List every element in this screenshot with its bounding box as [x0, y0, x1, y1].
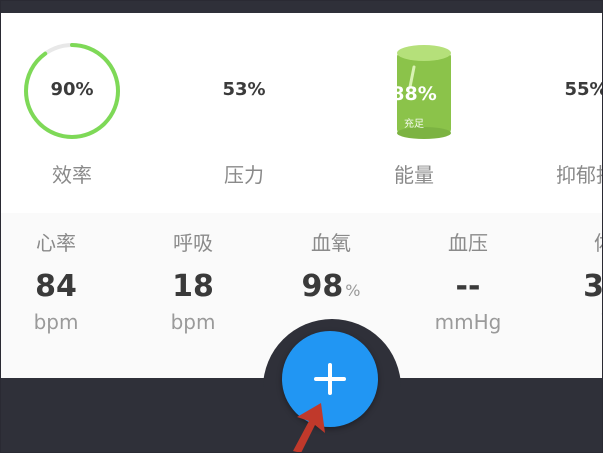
blood-oxygen-suffix: % [345, 281, 361, 300]
blood-pressure-label: 血压 [448, 231, 488, 255]
heart-rate-label: 心率 [36, 231, 76, 255]
blood-pressure-value: -- [455, 269, 481, 304]
respiration-unit: bpm [170, 310, 216, 334]
app-screen: 90% 效率 53% 压力 88% 充足 能量 55% 抑郁指 心率 84 bp… [0, 0, 603, 453]
respiration-label: 呼吸 [173, 231, 213, 255]
red-arrow-icon [293, 403, 325, 452]
depression-label: 抑郁指 [556, 163, 602, 187]
blood-oxygen-value: 98 [301, 269, 344, 304]
temperature-label: 体 [549, 227, 602, 256]
temperature-value: 37 [583, 269, 603, 304]
depression-value: 55% [564, 79, 602, 100]
respiration-value: 18 [172, 269, 214, 304]
vital-heart-rate[interactable]: 心率 84 bpm [1, 227, 111, 334]
energy-label: 能量 [394, 163, 434, 187]
vital-temperature[interactable]: 体 37 ° [549, 227, 603, 326]
top-bar [1, 1, 602, 13]
blood-pressure-unit: mmHg [434, 310, 502, 334]
vital-blood-oxygen[interactable]: 血氧 98% [276, 227, 386, 314]
heart-rate-value: 84 [35, 269, 77, 304]
heart-rate-unit: bpm [33, 310, 79, 334]
stress-label: 压力 [224, 163, 264, 187]
vital-respiration[interactable]: 呼吸 18 bpm [138, 227, 248, 334]
temperature-unit: ° [549, 310, 603, 326]
blood-oxygen-label: 血氧 [311, 231, 351, 255]
energy-value: 88% [391, 83, 437, 105]
plus-icon-vertical [328, 363, 332, 395]
efficiency-label: 效率 [52, 163, 92, 187]
vital-blood-pressure[interactable]: 血压 -- mmHg [413, 227, 523, 334]
metric-energy[interactable]: 88% 充足 能量 [364, 41, 484, 187]
stress-value: 53% [222, 79, 266, 100]
energy-status: 充足 [404, 119, 424, 130]
efficiency-value: 90% [50, 79, 94, 100]
